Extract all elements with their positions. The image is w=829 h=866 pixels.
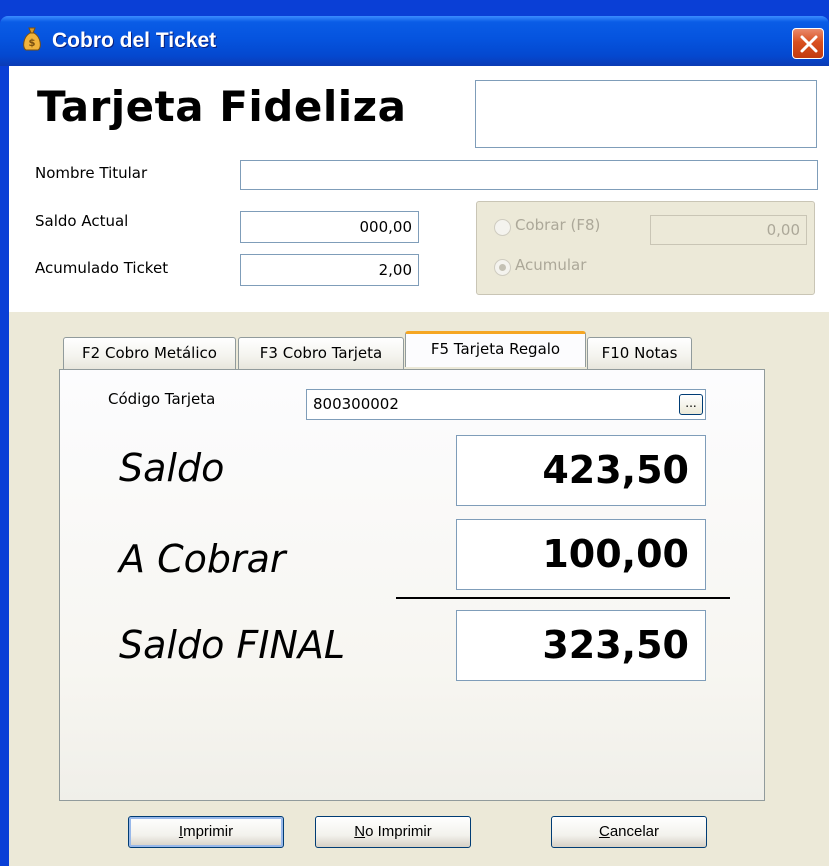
imprimir-label: mprimir — [183, 823, 234, 840]
close-icon — [800, 35, 818, 53]
tab-cobro-metalico[interactable]: F2 Cobro Metálico — [63, 337, 236, 369]
acumulado-ticket-field: 2,00 — [240, 254, 419, 286]
title-bar[interactable]: $ Cobro del Ticket — [0, 16, 829, 66]
acumular-label: Acumular — [515, 256, 587, 274]
close-button[interactable] — [792, 28, 824, 59]
no-imprimir-label: o Imprimir — [365, 823, 432, 840]
tab-tarjeta-regalo[interactable]: F5 Tarjeta Regalo — [405, 331, 586, 367]
cancelar-mnemonic: C — [598, 823, 610, 840]
nombre-titular-label: Nombre Titular — [35, 164, 148, 182]
points-options-group: Cobrar (F8) 0,00 Acumular — [476, 201, 815, 295]
browse-card-button[interactable]: ... — [679, 394, 703, 415]
money-bag-icon: $ — [23, 27, 41, 51]
total-divider — [396, 597, 730, 599]
saldo-value: 423,50 — [456, 435, 706, 506]
card-info-box — [475, 80, 817, 148]
cobrar-amount-field: 0,00 — [650, 215, 807, 245]
radio-selected-dot — [499, 264, 506, 271]
acumular-radio[interactable] — [494, 259, 511, 276]
cancelar-label: ancelar — [609, 823, 660, 840]
saldo-actual-label: Saldo Actual — [35, 212, 129, 230]
a-cobrar-label: A Cobrar — [119, 537, 286, 581]
saldo-label: Saldo — [119, 446, 225, 490]
saldo-final-label: Saldo FINAL — [119, 623, 346, 667]
no-imprimir-mnemonic: N — [354, 823, 366, 840]
nombre-titular-field[interactable] — [240, 160, 818, 190]
tab-cobro-tarjeta[interactable]: F3 Cobro Tarjeta — [238, 337, 404, 369]
cobrar-radio[interactable] — [494, 219, 511, 236]
no-imprimir-button[interactable]: No Imprimir — [315, 816, 471, 848]
saldo-final-value: 323,50 — [456, 610, 706, 681]
page-title: Tarjeta Fideliza — [37, 82, 407, 131]
dialog-window: $ Cobro del Ticket Tarjeta Fideliza Nomb… — [0, 0, 829, 866]
imprimir-button[interactable]: Imprimir — [128, 816, 284, 848]
window-title: Cobro del Ticket — [52, 29, 217, 52]
dialog-client-area: Tarjeta Fideliza Nombre Titular Saldo Ac… — [9, 66, 829, 866]
saldo-actual-field: 000,00 — [240, 211, 419, 243]
tab-notas[interactable]: F10 Notas — [587, 337, 692, 369]
acumulado-ticket-label: Acumulado Ticket — [35, 259, 169, 277]
codigo-tarjeta-field[interactable]: 800300002 — [306, 389, 706, 420]
cancelar-button[interactable]: Cancelar — [551, 816, 707, 848]
a-cobrar-value: 100,00 — [456, 519, 706, 590]
cobrar-label: Cobrar (F8) — [515, 216, 601, 234]
codigo-tarjeta-label: Código Tarjeta — [108, 390, 216, 408]
svg-text:$: $ — [29, 38, 36, 49]
